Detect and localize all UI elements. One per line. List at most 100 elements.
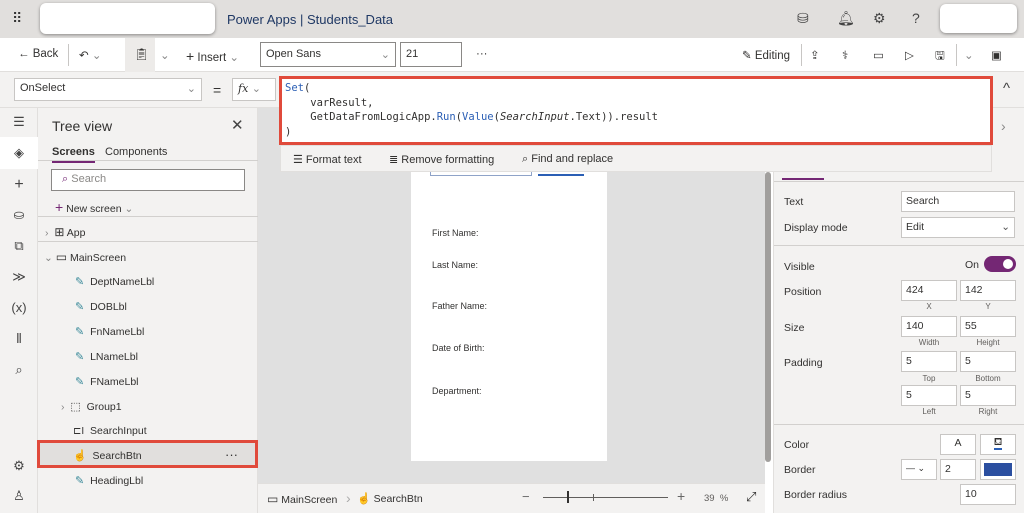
fx-button[interactable]: fx ⌄	[232, 78, 276, 101]
app-checker-icon[interactable]: ⚕	[842, 48, 848, 62]
tree-item-label: DOBLbl	[90, 301, 127, 313]
visible-toggle[interactable]	[984, 256, 1016, 272]
zoom-slider[interactable]	[543, 497, 668, 498]
tree-item-mainscreen[interactable]: ⌄ ▭ MainScreen	[44, 250, 126, 264]
gear-icon[interactable]: ⚙	[873, 10, 886, 27]
search-placeholder: Search	[71, 173, 107, 185]
more-options-button[interactable]: ···	[225, 447, 238, 462]
save-dropdown[interactable]: ⌄	[964, 48, 974, 62]
bell-icon[interactable]: 🔔︎	[837, 10, 855, 27]
tree-item-app[interactable]: › ⊞ App	[45, 225, 85, 239]
help-icon[interactable]: ?	[912, 10, 920, 26]
paste-dropdown[interactable]: ⌄	[160, 48, 170, 62]
undo-button[interactable]: ↶ ⌄	[79, 48, 101, 62]
position-y-input[interactable]: 142	[960, 280, 1016, 301]
comments-icon[interactable]: ▭	[873, 48, 884, 62]
width-input[interactable]: 140	[901, 316, 957, 337]
text-property-input[interactable]: Search	[901, 191, 1015, 212]
search-icon[interactable]: ⌕	[0, 362, 38, 378]
padding-left-input[interactable]: 5	[901, 385, 957, 406]
padding-top-input[interactable]: 5	[901, 351, 957, 372]
tree-item-searchbtn-content: ☝ SearchBtn	[73, 449, 142, 462]
breadcrumb-separator: ›	[346, 490, 351, 506]
tab-properties-underline[interactable]	[782, 178, 824, 180]
clipboard-icon: 📋︎	[134, 47, 150, 61]
divider	[38, 241, 258, 242]
tree-item-label: HeadingLbl	[90, 475, 144, 487]
fill-color-button[interactable]: ⛾	[980, 434, 1016, 455]
media-icon[interactable]: ⧉	[0, 238, 38, 254]
tree-item-fnnamelbl[interactable]: ✎ FnNameLbl	[75, 325, 144, 338]
border-radius-input[interactable]: 10	[960, 484, 1016, 505]
label-icon: ✎	[75, 351, 85, 363]
tools-icon[interactable]: ⫴	[0, 331, 38, 347]
search-input-preview[interactable]	[430, 172, 532, 176]
border-style-select[interactable]: — ⌄	[901, 459, 937, 480]
editing-button[interactable]: ✎ Editing	[742, 48, 790, 62]
padding-right-input[interactable]: 5	[960, 385, 1016, 406]
publish-icon[interactable]: ▣	[991, 48, 1002, 62]
border-color-button[interactable]	[980, 459, 1016, 480]
width-caption: Width	[918, 338, 940, 347]
search-button-preview-selected[interactable]	[538, 172, 584, 176]
font-select[interactable]: Open Sans ⌄	[260, 42, 396, 67]
share-icon[interactable]: ⇪	[810, 48, 820, 62]
tree-item-deptnamelbl[interactable]: ✎ DeptNameLbl	[75, 275, 154, 288]
zoom-out-button[interactable]: −	[522, 489, 530, 504]
new-screen-button[interactable]: + New screen ⌄	[55, 199, 133, 215]
back-button[interactable]: ← Back	[18, 48, 58, 60]
breadcrumb-screen[interactable]: ▭ MainScreen	[267, 492, 337, 506]
fit-to-window-icon[interactable]: ⤢	[746, 489, 756, 505]
environment-icon[interactable]: ⛁	[797, 10, 809, 27]
tree-item-searchinput[interactable]: ⊏I SearchInput	[73, 425, 147, 437]
padding-label: Padding	[784, 357, 823, 369]
remove-formatting-button[interactable]: ≣ Remove formatting	[389, 153, 494, 166]
virtual-agent-icon[interactable]: ♙	[0, 488, 38, 504]
text-color-button[interactable]: A	[940, 434, 976, 455]
tree-view-rail-button[interactable]: ◈	[0, 137, 38, 169]
tree-item-doblbl[interactable]: ✎ DOBLbl	[75, 300, 127, 313]
variables-icon[interactable]: (x)	[0, 300, 38, 315]
zoom-level: 39 %	[704, 493, 728, 504]
zoom-slider-thumb[interactable]	[567, 491, 570, 503]
property-select[interactable]: OnSelect ⌄	[14, 78, 202, 101]
format-text-button[interactable]: ☰ Format text	[293, 153, 362, 166]
tree-search-input[interactable]: ⌕ Search	[51, 169, 245, 191]
power-automate-icon[interactable]: ≫	[0, 269, 38, 285]
height-input[interactable]: 55	[960, 316, 1016, 337]
collapse-formula-icon[interactable]: ^	[1003, 80, 1010, 97]
panel-expand-icon[interactable]: ›	[1001, 118, 1006, 134]
dob-label: Date of Birth:	[432, 343, 485, 353]
tree-item-fnamelbl[interactable]: ✎ FNameLbl	[75, 375, 139, 388]
preview-play-icon[interactable]: ▷	[905, 48, 914, 62]
settings-icon[interactable]: ⚙	[0, 458, 38, 474]
app-screen-preview[interactable]	[411, 172, 607, 461]
find-replace-button[interactable]: ⌕ Find and replace	[522, 153, 613, 166]
insert-icon[interactable]: +	[0, 176, 38, 194]
left-caption: Left	[922, 407, 936, 416]
border-width-input[interactable]: 2	[940, 459, 976, 480]
divider	[774, 181, 1024, 182]
display-mode-select[interactable]: Edit ⌄	[901, 217, 1015, 238]
zoom-in-button[interactable]: +	[677, 488, 685, 504]
size-label: Size	[784, 322, 805, 334]
hamburger-icon[interactable]: ☰	[0, 114, 38, 130]
tree-item-lnamelbl[interactable]: ✎ LNameLbl	[75, 350, 138, 363]
padding-bottom-input[interactable]: 5	[960, 351, 1016, 372]
insert-button[interactable]: + Insert ⌄	[186, 48, 239, 64]
formula-editor[interactable]: Set( varResult, GetDataFromLogicApp.Run(…	[279, 76, 993, 145]
paste-button[interactable]: 📋︎	[125, 38, 155, 72]
tree-item-group1[interactable]: › ⬚ Group1	[61, 400, 122, 413]
tab-components[interactable]: Components	[105, 146, 167, 158]
formula-keyword: Run	[436, 111, 456, 123]
data-icon[interactable]: ⛀	[0, 207, 38, 223]
canvas-scrollbar[interactable]	[765, 172, 771, 462]
tree-item-headinglbl[interactable]: ✎ HeadingLbl	[75, 474, 143, 487]
save-icon[interactable]: 🖫	[935, 48, 945, 67]
position-x-input[interactable]: 424	[901, 280, 957, 301]
close-icon[interactable]: ✕	[231, 116, 244, 134]
font-size-input[interactable]: 21	[400, 42, 462, 67]
waffle-icon[interactable]: ⠿	[12, 10, 22, 27]
breadcrumb-control[interactable]: ☝ SearchBtn	[357, 492, 423, 505]
more-button[interactable]: ···	[476, 48, 488, 60]
